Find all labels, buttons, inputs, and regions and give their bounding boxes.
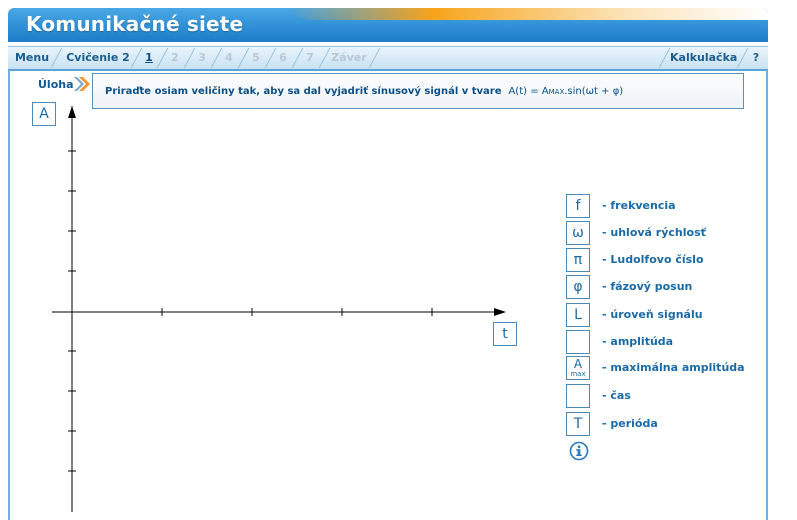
symbol-tile-time-empty[interactable] [566,384,590,408]
legend-label-max-amplitude: - maximálna amplitúda [602,361,745,374]
nav-separator [736,48,749,68]
symbol-tile-angular-velocity[interactable]: ω [566,221,590,245]
legend-label-time: - čas [602,389,631,402]
symbol-tile-period[interactable]: T [566,412,590,436]
legend-label-frequency: - frekvencia [602,199,676,212]
x-axis-drop-slot[interactable]: t [493,322,517,346]
chevron-right-icon [74,77,90,91]
task-label: Úloha [38,78,74,91]
nav-step-4[interactable]: 4 [221,47,237,69]
task-instruction: Priraďte osiam veličiny tak, aby sa dal … [105,86,623,97]
task-text: Priraďte osiam veličiny tak, aby sa dal … [105,86,502,97]
legend-label-period: - perióda [602,417,658,430]
nav-calculator[interactable]: Kalkulačka [670,47,737,69]
left-border [8,70,10,520]
app-header: Komunikačné siete [8,8,768,42]
nav-bar: Menu Cvičenie 2 1 2 3 4 5 6 7 Záver Kalk… [8,46,768,71]
nav-step-1[interactable]: 1 [141,47,157,69]
max-amplitude-subscript: max [570,370,586,378]
formula-part-2: .sin(ωt + φ) [564,86,624,97]
nav-step-6[interactable]: 6 [275,47,291,69]
symbol-tile-pi[interactable]: π [566,248,590,272]
legend-label-phase: - fázový posun [602,280,693,293]
info-icon[interactable] [569,441,589,461]
nav-separator [50,48,63,68]
legend-label-level: - úroveň signálu [602,308,703,321]
nav-exercise[interactable]: Cvičenie 2 [66,47,130,69]
nav-step-3[interactable]: 3 [194,47,210,69]
formula-subscript: MAX [548,88,565,96]
task-formula: A(t) = AMAX.sin(ωt + φ) [508,86,623,97]
header-accent [288,8,768,20]
nav-separator [368,48,381,68]
formula-part-1: A(t) = A [508,86,549,97]
x-axis-arrow [494,308,506,316]
nav-menu[interactable]: Menu [14,47,50,69]
nav-step-5[interactable]: 5 [248,47,264,69]
symbol-tile-amplitude-empty[interactable] [566,330,590,354]
symbol-tile-phase[interactable]: φ [566,275,590,299]
nav-step-7[interactable]: 7 [302,47,318,69]
nav-help[interactable]: ? [748,47,764,69]
app-window: Komunikačné siete Menu Cvičenie 2 1 2 3 … [0,0,770,520]
axes-graph [52,106,506,512]
app-title: Komunikačné siete [26,12,244,36]
nav-separator [658,48,671,68]
nav-end[interactable]: Záver [329,47,369,69]
y-axis-arrow [68,106,76,118]
legend-label-amplitude: - amplitúda [602,335,674,348]
symbol-tile-frequency[interactable]: f [566,194,590,218]
symbol-tile-level[interactable]: L [566,303,590,327]
legend-label-angular-velocity: - uhlová rýchlosť [602,226,706,239]
legend-label-pi: - Ludolfovo číslo [602,253,704,266]
y-axis-drop-slot[interactable]: A [32,102,56,126]
nav-step-2[interactable]: 2 [167,47,183,69]
symbol-tile-max-amplitude[interactable]: A max [566,356,590,380]
right-border [766,70,768,520]
